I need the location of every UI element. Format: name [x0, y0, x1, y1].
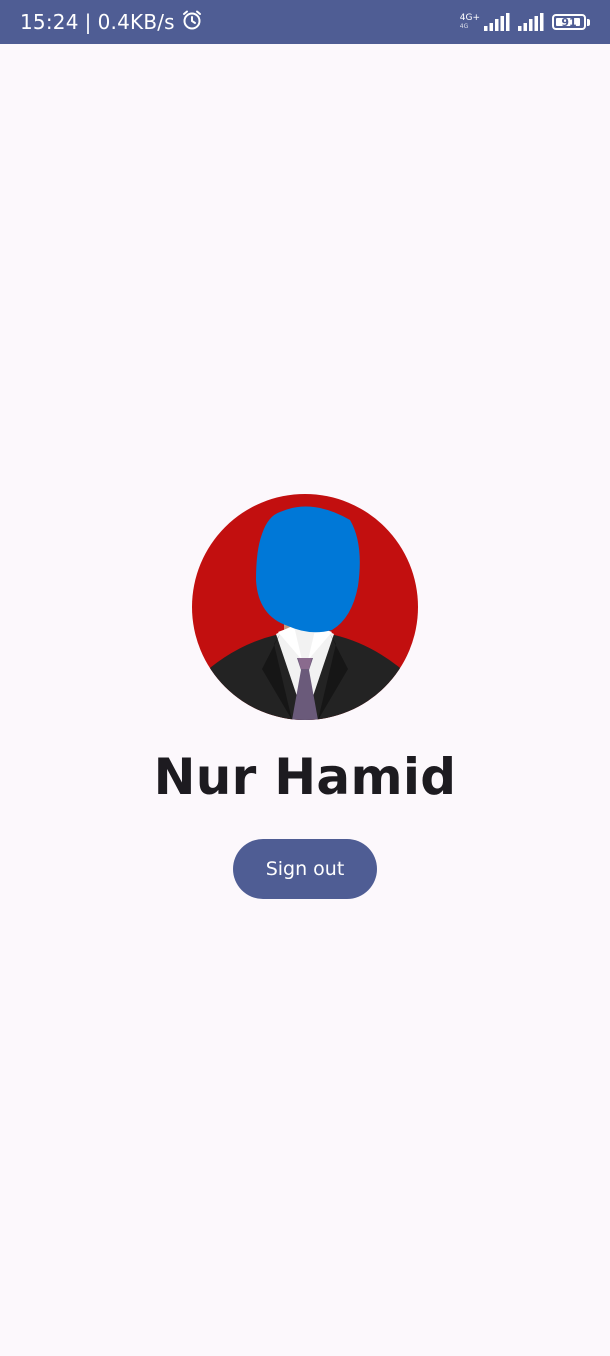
battery-icon: 91 — [552, 14, 586, 30]
sign-out-button[interactable]: Sign out — [233, 839, 377, 899]
network-speed: 0.4KB/s — [97, 10, 175, 34]
status-bar: 15:24 | 0.4KB/s 4G+ 4G 91 — [0, 0, 610, 44]
battery-level: 91 — [561, 15, 577, 29]
status-time: 15:24 — [20, 10, 79, 34]
alarm-clock-icon — [181, 9, 203, 36]
profile-photo — [192, 494, 418, 720]
status-right: 4G+ 4G 91 — [460, 0, 590, 44]
cellular-signal-2-icon — [518, 13, 544, 31]
status-left: 15:24 | 0.4KB/s — [20, 0, 203, 44]
user-name: Nur Hamid — [153, 748, 457, 806]
profile-avatar — [192, 494, 418, 720]
network-type-label: 4G+ — [459, 13, 480, 23]
network-subtype-label: 4G — [459, 23, 469, 30]
cellular-signal-icon — [484, 13, 510, 31]
network-type: 4G+ 4G — [459, 13, 480, 31]
battery-tip — [587, 18, 590, 26]
status-separator: | — [84, 10, 92, 34]
